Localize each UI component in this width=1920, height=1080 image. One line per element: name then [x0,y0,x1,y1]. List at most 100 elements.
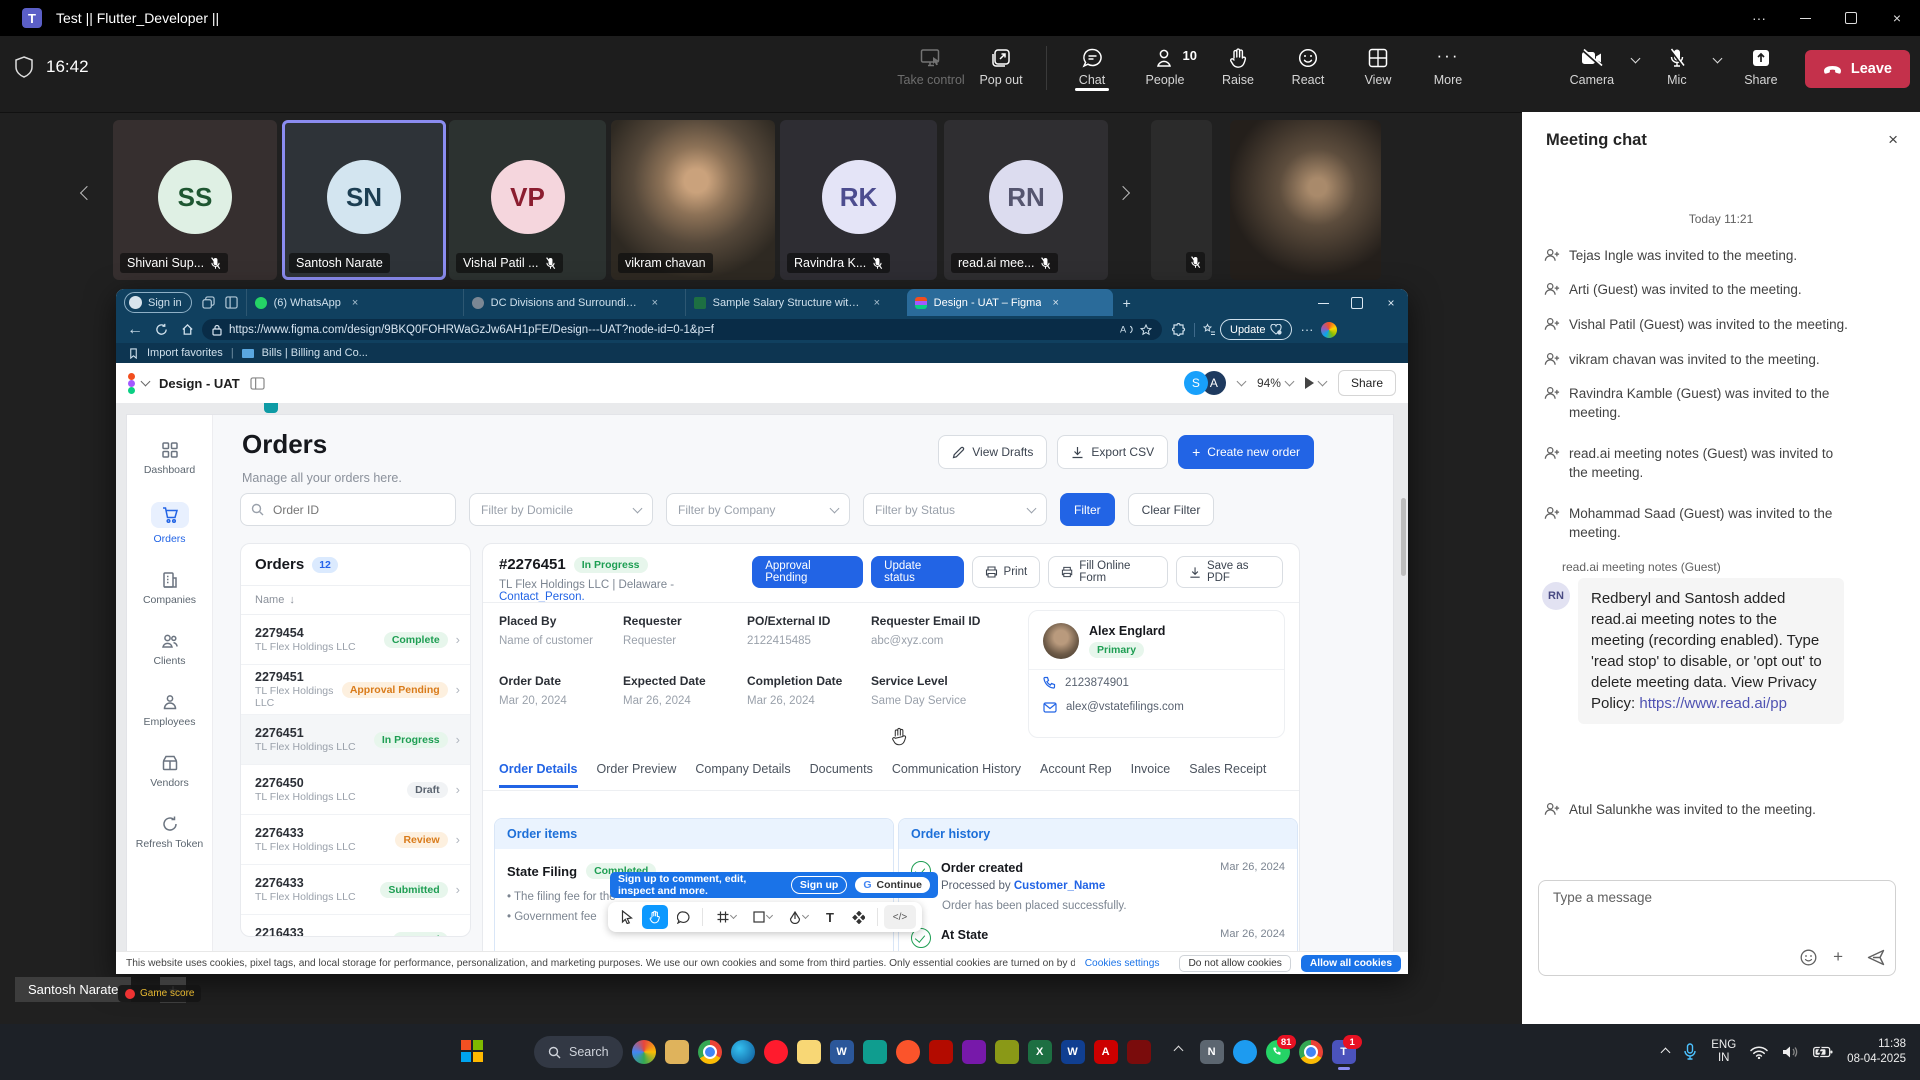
raise-hand-button[interactable]: Raise [1203,40,1273,87]
start-button[interactable] [498,1040,522,1064]
figma-share-button[interactable]: Share [1338,370,1396,396]
chrome-alt-icon[interactable] [1299,1040,1323,1064]
layout-icon[interactable] [250,377,265,390]
browser-close-icon[interactable]: × [1374,289,1408,316]
bookmark-bills[interactable]: Bills | Billing and Co... [262,347,368,359]
browser-minimize-icon[interactable] [1306,289,1340,316]
filmstrip-next-icon[interactable] [1118,185,1128,203]
message-compose-box[interactable]: + [1538,880,1896,976]
whatsapp-icon[interactable]: 81 [1266,1040,1290,1064]
word-alt-icon[interactable]: W [1061,1040,1085,1064]
game-score-widget[interactable]: Game score [118,985,201,1002]
share-button[interactable]: Share [1733,40,1789,87]
chat-close-icon[interactable]: × [1888,130,1898,150]
taskbar-clock[interactable]: 11:3808-04-2025 [1847,1037,1906,1067]
order-row-selected[interactable]: 2276451TL Flex Holdings LLC In Progress … [241,715,470,765]
photos-app-icon[interactable] [632,1040,656,1064]
tray-chevron-icon[interactable] [1662,1043,1669,1061]
home-icon[interactable] [176,323,198,336]
update-status-button[interactable]: Update status [871,556,963,588]
view-drafts-button[interactable]: View Drafts [938,435,1047,469]
create-new-order-button[interactable]: + Create new order [1178,435,1314,469]
minimize-icon[interactable] [1782,0,1828,36]
tab-documents[interactable]: Documents [810,762,873,788]
print-button[interactable]: Print [972,556,1041,588]
tab-close-icon[interactable]: × [1052,297,1058,309]
edge-icon[interactable] [731,1040,755,1064]
notepad-icon[interactable]: N [1200,1040,1224,1064]
teams-icon[interactable]: T 1 [1332,1040,1356,1064]
favorite-star-icon[interactable] [1140,324,1152,336]
sidebar-item-orders[interactable]: Orders [127,502,212,545]
participant-tile[interactable]: SN Santosh Narate [282,120,446,280]
send-icon[interactable] [1867,949,1885,966]
allow-cookies-button[interactable]: Allow all cookies [1301,955,1401,972]
opera-icon[interactable] [764,1040,788,1064]
adobe-icon[interactable]: A [1094,1040,1118,1064]
word-icon[interactable]: W [830,1040,854,1064]
tab-account-rep[interactable]: Account Rep [1040,762,1112,788]
order-row[interactable]: 2276450TL Flex Holdings LLC Draft › [241,765,470,815]
tab-whatsapp[interactable]: (6) WhatsApp × [246,289,463,316]
tab-actions-icon[interactable] [225,296,238,309]
comment-tool-icon[interactable] [670,905,696,929]
message-input[interactable] [1551,889,1875,906]
present-button[interactable] [1305,377,1326,389]
brave-icon[interactable] [896,1040,920,1064]
figma-canvas[interactable]: Dashboard Orders Companies Clients [116,403,1408,952]
figma-logo-icon[interactable] [128,373,135,394]
read-aloud-icon[interactable]: A [1120,324,1133,335]
filter-button[interactable]: Filter [1060,493,1115,526]
view-button[interactable]: View [1343,40,1413,87]
contact-email[interactable]: alex@vstatefilings.com [1066,701,1184,713]
camera-button[interactable]: Camera [1563,40,1621,87]
app-icon[interactable] [995,1040,1019,1064]
deny-cookies-button[interactable]: Do not allow cookies [1179,955,1290,972]
chrome-icon[interactable] [698,1040,722,1064]
participant-tile[interactable]: vikram chavan [611,120,775,280]
figma-menu-chevron[interactable] [141,377,151,387]
battery-icon[interactable] [1813,1046,1833,1058]
filter-company-select[interactable]: Filter by Company [666,493,850,526]
tab-dc-divisions[interactable]: DC Divisions and Surroundings × [463,289,685,316]
participant-tile-partial[interactable] [1151,120,1212,280]
approval-pending-button[interactable]: Approval Pending [752,556,863,588]
attach-plus-icon[interactable]: + [1833,947,1843,967]
browser-settings-icon[interactable]: ··· [1300,322,1313,337]
camera-options-chevron[interactable] [1623,40,1649,62]
leave-button[interactable]: Leave [1805,50,1910,88]
tab-communication-history[interactable]: Communication History [892,762,1021,788]
column-name[interactable]: Name [255,594,284,606]
zoom-control[interactable]: 94% [1257,376,1293,390]
export-csv-button[interactable]: Export CSV [1057,435,1168,469]
fill-online-form-button[interactable]: Fill Online Form [1048,556,1168,588]
tab-close-icon[interactable]: × [352,297,358,309]
filter-status-select[interactable]: Filter by Status [863,493,1047,526]
sign-up-button[interactable]: Sign up [791,876,848,894]
tab-order-details[interactable]: Order Details [499,762,578,788]
filmstrip-previous-icon[interactable] [82,185,92,203]
participant-tile[interactable]: SS Shivani Sup... [113,120,277,280]
shape-tool-icon[interactable] [745,905,779,929]
new-tab-button[interactable]: + [1123,295,1131,311]
participant-tile[interactable]: VP Vishal Patil ... [449,120,606,280]
save-as-pdf-button[interactable]: Save as PDF [1176,556,1283,588]
workspaces-icon[interactable] [202,296,215,309]
copilot-icon[interactable] [1321,322,1337,338]
figma-file-name[interactable]: Design - UAT [159,376,240,391]
wifi-icon[interactable] [1750,1046,1768,1059]
file-explorer-icon[interactable] [665,1040,689,1064]
filter-domicile-select[interactable]: Filter by Domicile [469,493,653,526]
order-row[interactable]: 2276433TL Flex Holdings LLC Submitted › [241,865,470,915]
more-button[interactable]: ··· More [1413,40,1483,87]
pen-tool-icon[interactable] [781,905,815,929]
bookmark-import[interactable]: Import favorites [147,347,223,359]
clear-filter-button[interactable]: Clear Filter [1128,493,1215,526]
tab-close-icon[interactable]: × [652,297,658,309]
collaborator-avatar[interactable]: S [1184,371,1208,395]
speaker-icon[interactable] [1782,1045,1799,1059]
widgets-icon[interactable] [460,1040,484,1064]
participant-tile-video[interactable] [1230,120,1381,280]
pop-out-button[interactable]: Pop out [966,40,1036,87]
tab-close-icon[interactable]: × [874,297,880,309]
